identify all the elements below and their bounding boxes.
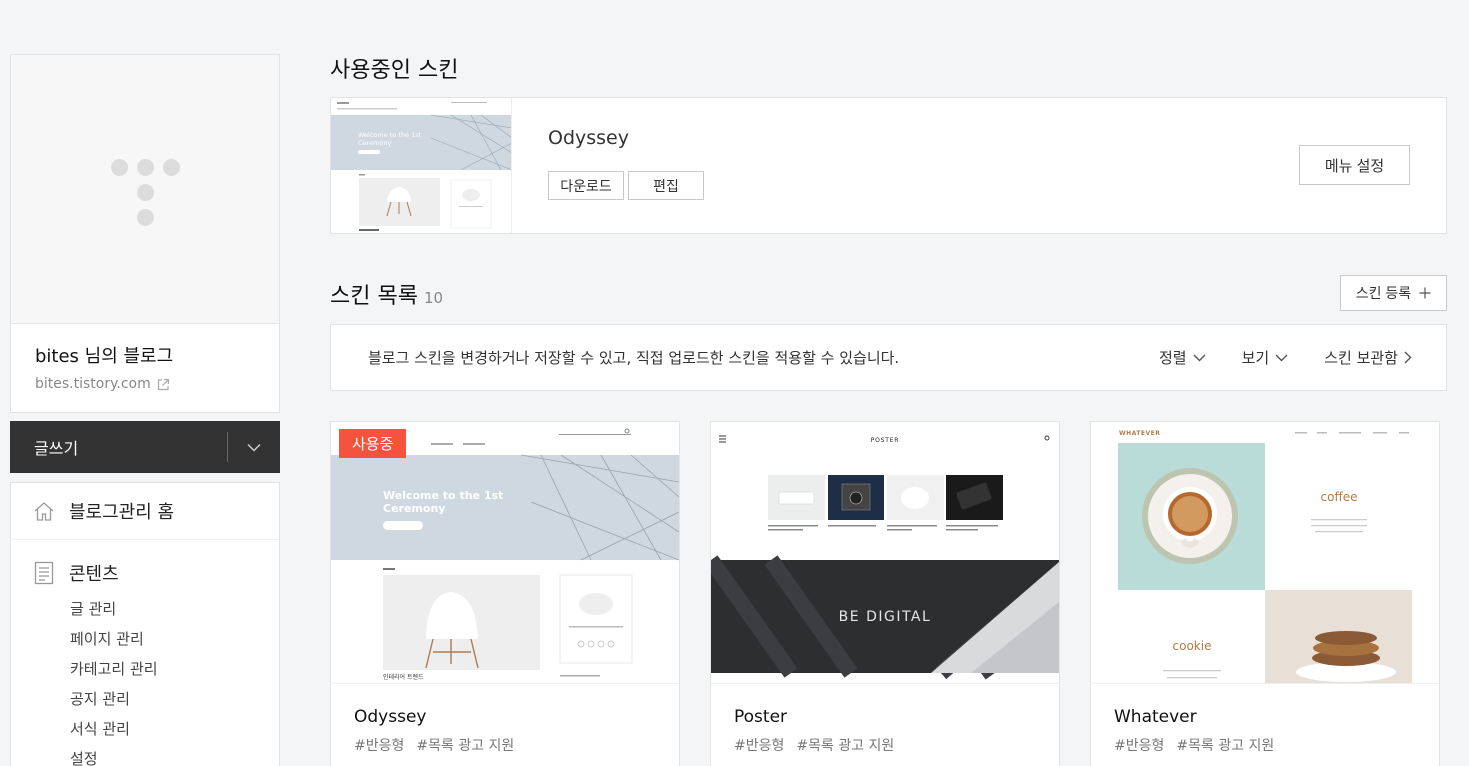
skin-name: Odyssey bbox=[354, 707, 427, 727]
view-dropdown[interactable]: 보기 bbox=[1242, 347, 1289, 368]
menu-group-content: 콘텐츠 글 관리 페이지 관리 카테고리 관리 공지 관리 서식 관리 설정 bbox=[11, 540, 279, 766]
blog-url-text: bites.tistory.com bbox=[35, 376, 151, 392]
thumb-hero-text-2: Ceremony bbox=[383, 502, 445, 515]
chevron-down-icon bbox=[1275, 354, 1288, 361]
thumb-logo-text: WHATEVER bbox=[1119, 430, 1160, 437]
odyssey-thumbnail-image: Welcome to the 1st Ceremony 인테리어 트렌드 bbox=[331, 422, 679, 683]
edit-button[interactable]: 편집 bbox=[628, 171, 704, 200]
skin-tag: #목록 광고 지원 bbox=[796, 738, 895, 754]
skin-tag: #목록 광고 지원 bbox=[416, 738, 515, 754]
skin-list-info-bar: 블로그 스킨을 변경하거나 저장할 수 있고, 직접 업로드한 스킨을 적용할 … bbox=[330, 324, 1447, 391]
skin-tag: #반응형 bbox=[1114, 738, 1165, 754]
skin-tags: #반응형 #목록 광고 지원 bbox=[1114, 735, 1274, 755]
preview-hero-text-2: Ceremony bbox=[358, 139, 391, 147]
profile-info: bites 님의 블로그 bites.tistory.com bbox=[11, 324, 279, 412]
chevron-right-icon bbox=[1404, 351, 1412, 364]
skin-list-title-row: 스킨 목록 10 bbox=[330, 278, 443, 310]
whatever-thumbnail-image: WHATEVER coffee cookie bbox=[1091, 422, 1439, 683]
skin-thumbnail-odyssey: Welcome to the 1st Ceremony 인테리어 트렌드 bbox=[331, 422, 679, 684]
skin-list-title: 스킨 목록 bbox=[330, 284, 418, 309]
sort-label: 정렬 bbox=[1159, 349, 1187, 367]
thumb-post-title: 인테리어 트렌드 bbox=[383, 673, 424, 681]
skin-tag: #반응형 bbox=[354, 738, 405, 754]
skin-register-button[interactable]: 스킨 등록 bbox=[1340, 275, 1447, 311]
skin-management-page: bites 님의 블로그 bites.tistory.com 글쓰기 블로그관리… bbox=[0, 0, 1469, 766]
chevron-down-icon bbox=[1193, 354, 1206, 361]
blog-url-link[interactable]: bites.tistory.com bbox=[35, 376, 255, 392]
menu-item-post-manage[interactable]: 글 관리 bbox=[70, 594, 279, 624]
thumb-text-coffee: coffee bbox=[1321, 490, 1358, 504]
skin-thumbnail-whatever: WHATEVER coffee cookie bbox=[1091, 422, 1439, 684]
poster-thumbnail-image: POSTER BE DIGITAL bbox=[711, 422, 1059, 683]
sidebar: bites 님의 블로그 bites.tistory.com 글쓰기 블로그관리… bbox=[10, 54, 280, 766]
skin-tag: #반응형 bbox=[734, 738, 785, 754]
menu-item-category-manage[interactable]: 카테고리 관리 bbox=[70, 654, 279, 684]
menu-item-template-manage[interactable]: 서식 관리 bbox=[70, 714, 279, 744]
skin-card-whatever[interactable]: WHATEVER coffee cookie Whatever #반응형 #목록… bbox=[1090, 421, 1440, 766]
current-skin-panel: Welcome to the 1st Ceremony Odyssey 다운로드… bbox=[330, 97, 1447, 234]
skin-card-odyssey[interactable]: 사용중 Welcome to the 1st Ceremony 인테리어 트렌드… bbox=[330, 421, 680, 766]
write-options-toggle[interactable] bbox=[228, 421, 280, 473]
blog-profile-image[interactable] bbox=[11, 55, 279, 324]
skin-info-text: 블로그 스킨을 변경하거나 저장할 수 있고, 직접 업로드한 스킨을 적용할 … bbox=[368, 349, 900, 367]
download-button[interactable]: 다운로드 bbox=[548, 171, 624, 200]
external-link-icon bbox=[157, 378, 169, 390]
thumb-hero-text: BE DIGITAL bbox=[839, 609, 932, 625]
menu-settings-button[interactable]: 메뉴 설정 bbox=[1299, 145, 1410, 185]
view-label: 보기 bbox=[1241, 349, 1270, 367]
preview-hero-text-1: Welcome to the 1st bbox=[358, 131, 422, 139]
menu-content-label: 콘텐츠 bbox=[69, 564, 119, 585]
thumb-text-cookie: cookie bbox=[1173, 639, 1212, 653]
skin-tag: #목록 광고 지원 bbox=[1176, 738, 1275, 754]
home-icon bbox=[34, 502, 54, 521]
skin-name: Poster bbox=[734, 707, 788, 727]
tistory-logo-icon bbox=[111, 159, 181, 229]
skin-thumbnail-poster: POSTER BE DIGITAL bbox=[711, 422, 1059, 684]
menu-item-admin-home[interactable]: 블로그관리 홈 bbox=[11, 483, 279, 540]
odyssey-preview-image: Welcome to the 1st Ceremony bbox=[331, 98, 511, 233]
thumb-logo-text: POSTER bbox=[871, 437, 900, 444]
skin-card-list: 사용중 Welcome to the 1st Ceremony 인테리어 트렌드… bbox=[330, 421, 1440, 766]
current-skin-thumbnail: Welcome to the 1st Ceremony bbox=[331, 98, 512, 233]
menu-home-label: 블로그관리 홈 bbox=[69, 502, 175, 523]
current-skin-title: 사용중인 스킨 bbox=[330, 58, 459, 83]
menu-item-settings[interactable]: 설정 bbox=[70, 744, 279, 766]
thumb-hero-text-1: Welcome to the 1st bbox=[383, 489, 503, 502]
plus-icon bbox=[1419, 287, 1431, 299]
menu-item-notice-manage[interactable]: 공지 관리 bbox=[70, 684, 279, 714]
menu-item-content[interactable]: 콘텐츠 bbox=[33, 560, 279, 586]
content-sub-menu: 글 관리 페이지 관리 카테고리 관리 공지 관리 서식 관리 설정 bbox=[33, 594, 279, 766]
skin-register-label: 스킨 등록 bbox=[1355, 285, 1412, 301]
skin-tags: #반응형 #목록 광고 지원 bbox=[354, 735, 514, 755]
document-icon bbox=[34, 561, 54, 585]
admin-menu: 블로그관리 홈 콘텐츠 글 관리 페이지 관리 카테고리 관리 공지 관리 서식… bbox=[10, 482, 280, 766]
current-skin-name: Odyssey bbox=[548, 127, 629, 149]
skin-storage-label: 스킨 보관함 bbox=[1324, 349, 1398, 367]
profile-card: bites 님의 블로그 bites.tistory.com bbox=[10, 54, 280, 413]
skin-tags: #반응형 #목록 광고 지원 bbox=[734, 735, 894, 755]
chevron-down-icon bbox=[247, 443, 261, 452]
in-use-badge: 사용중 bbox=[339, 429, 407, 458]
sort-dropdown[interactable]: 정렬 bbox=[1159, 347, 1206, 368]
skin-name: Whatever bbox=[1114, 707, 1197, 727]
write-button[interactable]: 글쓰기 bbox=[10, 435, 227, 459]
menu-item-page-manage[interactable]: 페이지 관리 bbox=[70, 624, 279, 654]
skin-count: 10 bbox=[423, 289, 444, 307]
blog-name[interactable]: bites 님의 블로그 bbox=[35, 342, 255, 368]
write-bar: 글쓰기 bbox=[10, 421, 280, 473]
skin-storage-link[interactable]: 스킨 보관함 bbox=[1324, 347, 1412, 368]
skin-card-poster[interactable]: POSTER BE DIGITAL Poster #반응형 #목록 광고 지원 bbox=[710, 421, 1060, 766]
